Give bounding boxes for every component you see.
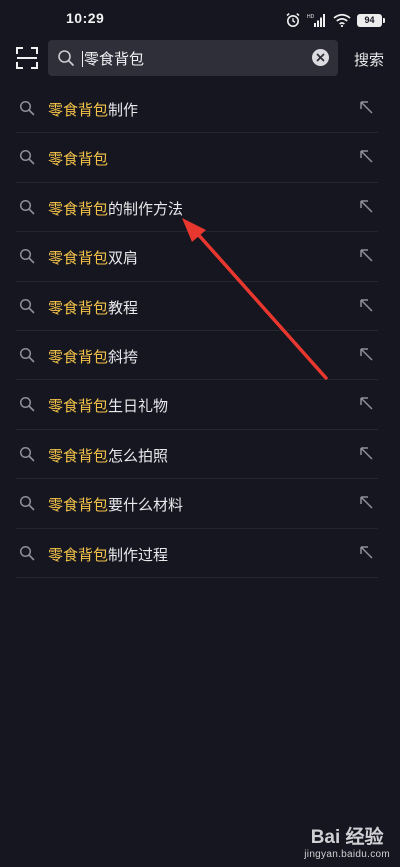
- arrow-up-left-icon[interactable]: [358, 544, 374, 565]
- status-bar: 10:29 HD 94: [0, 0, 400, 40]
- signal-icon: HD: [307, 13, 327, 27]
- suggestion-highlight: 零食背包: [48, 497, 109, 515]
- text-caret: [82, 51, 83, 67]
- arrow-up-left-icon[interactable]: [358, 346, 374, 367]
- search-query: 零食背包: [84, 51, 145, 68]
- suggestion-rest: 怎么拍照: [108, 447, 169, 465]
- watermark-domain: jingyan.baidu.com: [304, 849, 390, 860]
- suggestion-highlight: 零食背包: [48, 151, 109, 169]
- suggestion-text: 零食背包制作: [48, 99, 138, 120]
- suggestion-rest: 教程: [108, 299, 139, 317]
- suggestion-item[interactable]: 零食背包生日礼物: [16, 380, 378, 430]
- status-icons: HD 94: [285, 9, 385, 31]
- search-icon: [19, 199, 35, 220]
- search-icon: [19, 495, 35, 516]
- search-icon: [19, 446, 35, 467]
- suggestion-text: 零食背包斜挎: [48, 346, 138, 367]
- search-input[interactable]: 零食背包: [82, 48, 144, 69]
- watermark: Bai 经验 jingyan.baidu.com: [304, 827, 390, 861]
- search-icon: [19, 396, 35, 417]
- arrow-up-left-icon[interactable]: [358, 297, 374, 318]
- alarm-icon: [285, 12, 301, 28]
- suggestion-text: 零食背包: [48, 148, 108, 169]
- suggestion-text: 零食背包教程: [48, 297, 138, 318]
- suggestion-rest: 双肩: [108, 250, 139, 268]
- search-icon: [19, 100, 35, 121]
- suggestion-highlight: 零食背包: [48, 299, 109, 317]
- suggestion-rest: 要什么材料: [108, 497, 184, 515]
- suggestion-item[interactable]: 零食背包的制作方法: [16, 183, 378, 233]
- suggestion-highlight: 零食背包: [48, 348, 109, 366]
- suggestion-rest: 制作过程: [108, 546, 169, 564]
- suggestion-item[interactable]: 零食背包斜挎: [16, 331, 378, 381]
- arrow-up-left-icon[interactable]: [358, 148, 374, 169]
- arrow-up-left-icon[interactable]: [358, 247, 374, 268]
- suggestion-item[interactable]: 零食背包制作过程: [16, 529, 378, 578]
- suggestion-text: 零食背包制作过程: [48, 544, 168, 565]
- search-icon: [19, 545, 35, 566]
- suggestion-item[interactable]: 零食背包制作: [16, 84, 378, 134]
- suggestion-list: 零食背包制作 零食背包 零食背包的制作方法 零食背包双肩 零食背包教程 零食背包…: [16, 84, 378, 578]
- suggestion-rest: 制作: [108, 102, 139, 119]
- arrow-up-left-icon[interactable]: [358, 445, 374, 466]
- suggestion-rest: 的制作方法: [108, 200, 184, 218]
- arrow-up-left-icon[interactable]: [358, 494, 374, 515]
- arrow-up-left-icon[interactable]: [358, 395, 374, 416]
- suggestion-item[interactable]: 零食背包双肩: [16, 232, 378, 282]
- search-header: 零食背包 搜索: [0, 40, 400, 76]
- suggestion-text: 零食背包双肩: [48, 247, 138, 268]
- search-icon: [19, 298, 35, 319]
- search-button[interactable]: 搜索: [354, 49, 384, 70]
- search-icon: [57, 49, 75, 72]
- search-icon: [19, 149, 35, 170]
- search-icon: [19, 347, 35, 368]
- search-icon: [19, 248, 35, 269]
- suggestion-item[interactable]: 零食背包教程: [16, 282, 378, 331]
- network-label: HD: [307, 14, 315, 20]
- suggestion-highlight: 零食背包: [48, 447, 109, 465]
- suggestion-text: 零食背包的制作方法: [48, 198, 183, 219]
- suggestion-text: 零食背包怎么拍照: [48, 445, 168, 466]
- clear-icon[interactable]: [312, 49, 329, 66]
- suggestion-item[interactable]: 零食背包: [16, 133, 378, 183]
- suggestion-item[interactable]: 零食背包怎么拍照: [16, 430, 378, 480]
- arrow-up-left-icon[interactable]: [358, 198, 374, 219]
- wifi-icon: [333, 13, 351, 27]
- suggestion-item[interactable]: 零食背包要什么材料: [16, 479, 378, 529]
- scan-icon[interactable]: [15, 46, 39, 70]
- suggestion-highlight: 零食背包: [48, 398, 109, 416]
- arrow-up-left-icon[interactable]: [358, 99, 374, 120]
- status-time: 10:29: [66, 10, 105, 26]
- suggestion-rest: 斜挎: [108, 348, 139, 366]
- battery-indicator: 94: [357, 13, 385, 27]
- suggestion-highlight: 零食背包: [48, 200, 109, 218]
- suggestion-text: 零食背包要什么材料: [48, 494, 183, 515]
- suggestion-highlight: 零食背包: [48, 250, 109, 268]
- suggestion-text: 零食背包生日礼物: [48, 395, 168, 416]
- suggestion-highlight: 零食背包: [48, 102, 109, 119]
- watermark-brand: Bai 经验: [310, 827, 384, 848]
- suggestion-rest: 生日礼物: [108, 398, 169, 416]
- suggestion-highlight: 零食背包: [48, 546, 109, 564]
- search-box[interactable]: 零食背包: [48, 40, 338, 76]
